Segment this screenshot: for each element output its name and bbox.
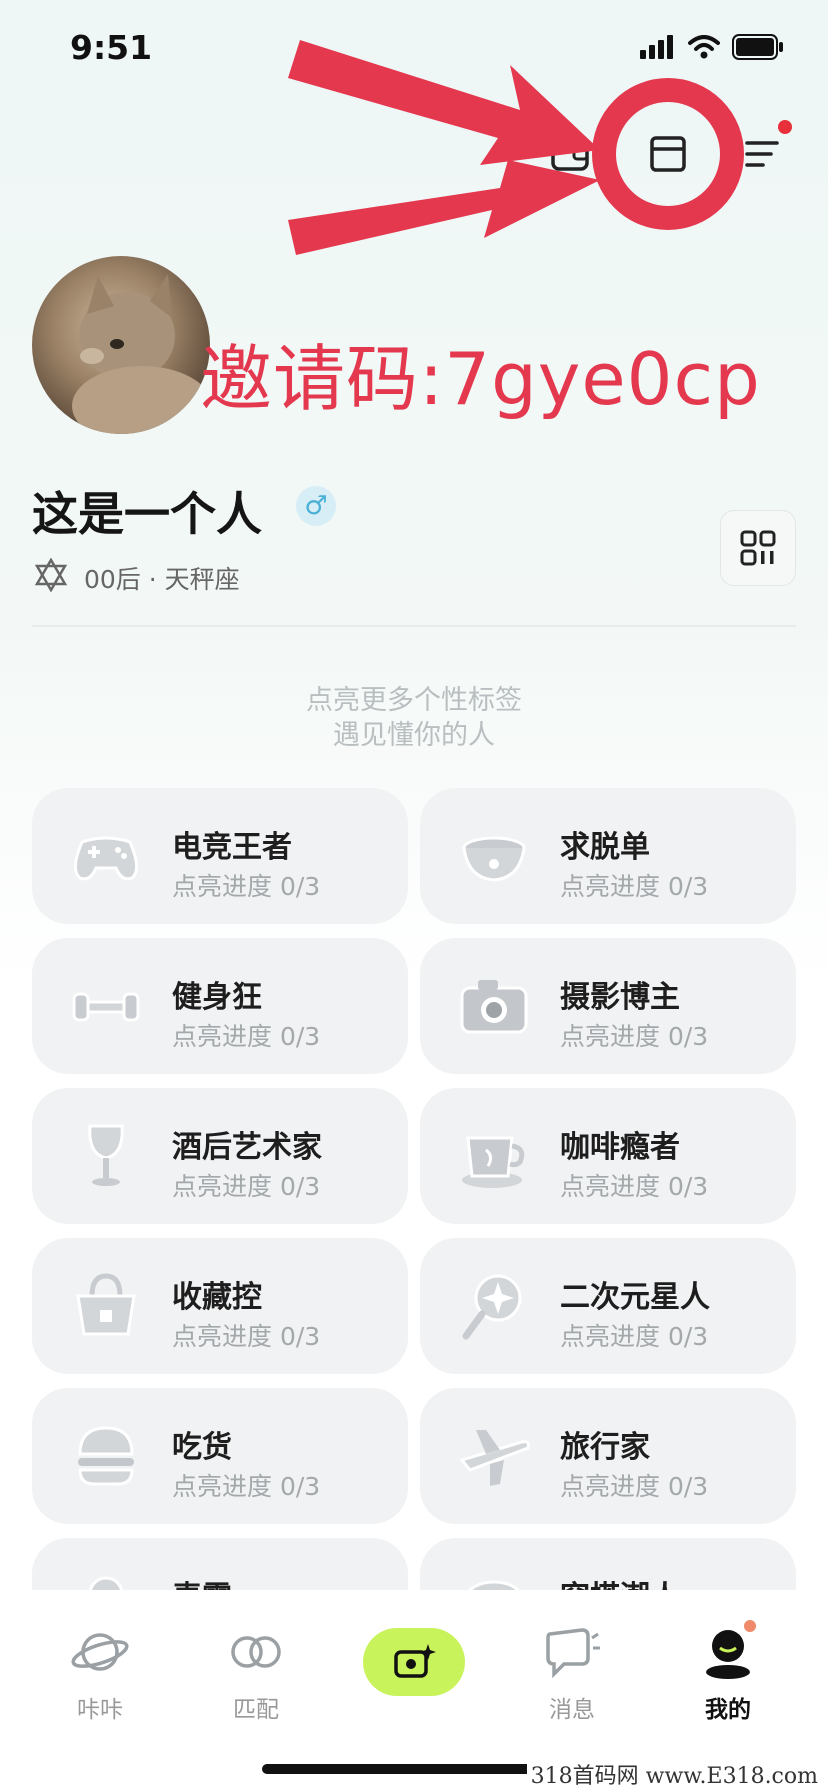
tag-card[interactable]: 咖啡瘾者 点亮进度 0/3 (420, 1088, 796, 1224)
divider (32, 625, 796, 627)
wine-glass-icon (88, 1124, 124, 1186)
handbag-icon (76, 1273, 136, 1336)
tag-progress: 点亮进度 0/3 (172, 1322, 321, 1351)
tag-card[interactable]: 求脱单 点亮进度 0/3 (420, 788, 796, 924)
status-time: 9:51 (70, 28, 153, 67)
pet-bowl-icon (462, 836, 526, 882)
profile-name: 这是一个人 (32, 487, 262, 541)
box-icon (650, 136, 686, 172)
invite-code-annotation: 邀请码:7gye0cp (200, 337, 761, 421)
menu-button[interactable] (738, 130, 786, 178)
tab-label: 匹配 (233, 1697, 279, 1723)
tag-progress: 点亮进度 0/3 (560, 1022, 709, 1051)
rings-icon (231, 1636, 281, 1668)
tag-card[interactable]: 摄影博主 点亮进度 0/3 (420, 938, 796, 1074)
tag-title: 吃货 (172, 1430, 232, 1465)
tag-card[interactable]: 电竞王者 点亮进度 0/3 (32, 788, 408, 924)
prompt-line-1: 点亮更多个性标签 (306, 685, 522, 716)
tag-progress: 点亮进度 0/3 (560, 1172, 709, 1201)
tag-title: 求脱单 (560, 830, 650, 865)
tag-progress: 点亮进度 0/3 (172, 1172, 321, 1201)
status-icons (640, 34, 784, 60)
wifi-icon (688, 35, 720, 59)
tag-card[interactable]: 酒后艺术家 点亮进度 0/3 (32, 1088, 408, 1224)
tag-progress: 点亮进度 0/3 (172, 872, 321, 901)
qr-code-button[interactable] (720, 510, 796, 586)
tab-label: 我的 (705, 1697, 751, 1723)
coffee-cup-icon (462, 1136, 525, 1188)
home-indicator (262, 1764, 564, 1774)
camera-icon (460, 980, 528, 1034)
wallet-icon (551, 137, 589, 171)
tag-title: 健身狂 (172, 980, 262, 1015)
tag-title: 旅行家 (560, 1430, 650, 1465)
signal-icon (640, 35, 673, 59)
notification-dot (778, 120, 792, 134)
profile-meta: 00后 · 天秤座 (84, 565, 240, 594)
chat-bubble-icon (546, 1628, 600, 1679)
tag-progress: 点亮进度 0/3 (172, 1022, 321, 1051)
burger-icon (78, 1426, 134, 1486)
airplane-icon (459, 1430, 530, 1486)
watermark: 318首码网 www.E318.com (526, 1758, 822, 1790)
tag-progress: 点亮进度 0/3 (560, 1322, 709, 1351)
tag-title: 酒后艺术家 (172, 1130, 322, 1165)
tag-title: 二次元星人 (560, 1280, 710, 1315)
avatar[interactable] (32, 256, 210, 434)
qr-code-icon (740, 530, 776, 566)
tag-card[interactable]: 二次元星人 点亮进度 0/3 (420, 1238, 796, 1374)
dumbbell-icon (72, 992, 140, 1022)
tab-label: 消息 (549, 1697, 595, 1723)
prompt-line-2: 遇见懂你的人 (333, 720, 495, 751)
tag-progress: 点亮进度 0/3 (172, 1472, 321, 1501)
star-of-david-icon (34, 558, 68, 592)
tag-card[interactable]: 收藏控 点亮进度 0/3 (32, 1238, 408, 1374)
planet-icon (71, 1633, 129, 1671)
tag-title: 摄影博主 (560, 980, 680, 1015)
camera-sparkle-icon (394, 1644, 436, 1678)
male-gender-icon: ♂ (296, 486, 336, 526)
menu-icon (745, 141, 779, 167)
tag-title: 电竞王者 (172, 830, 292, 865)
wallet-button[interactable] (546, 130, 594, 178)
tag-card[interactable]: 健身狂 点亮进度 0/3 (32, 938, 408, 1074)
magic-wand-icon (462, 1274, 522, 1340)
gamepad-icon (74, 836, 138, 881)
store-box-button[interactable] (644, 130, 692, 178)
tag-card[interactable]: 旅行家 点亮进度 0/3 (420, 1388, 796, 1524)
cat-avatar-icon (72, 274, 210, 434)
tag-progress: 点亮进度 0/3 (560, 1472, 709, 1501)
battery-icon (732, 34, 783, 60)
tag-card[interactable]: 吃货 点亮进度 0/3 (32, 1388, 408, 1524)
tag-progress: 点亮进度 0/3 (560, 872, 709, 901)
tag-title: 咖啡瘾者 (560, 1130, 680, 1165)
tab-label: 咔咔 (77, 1697, 123, 1723)
tag-title: 收藏控 (172, 1280, 262, 1315)
profile-icon (706, 1620, 756, 1679)
